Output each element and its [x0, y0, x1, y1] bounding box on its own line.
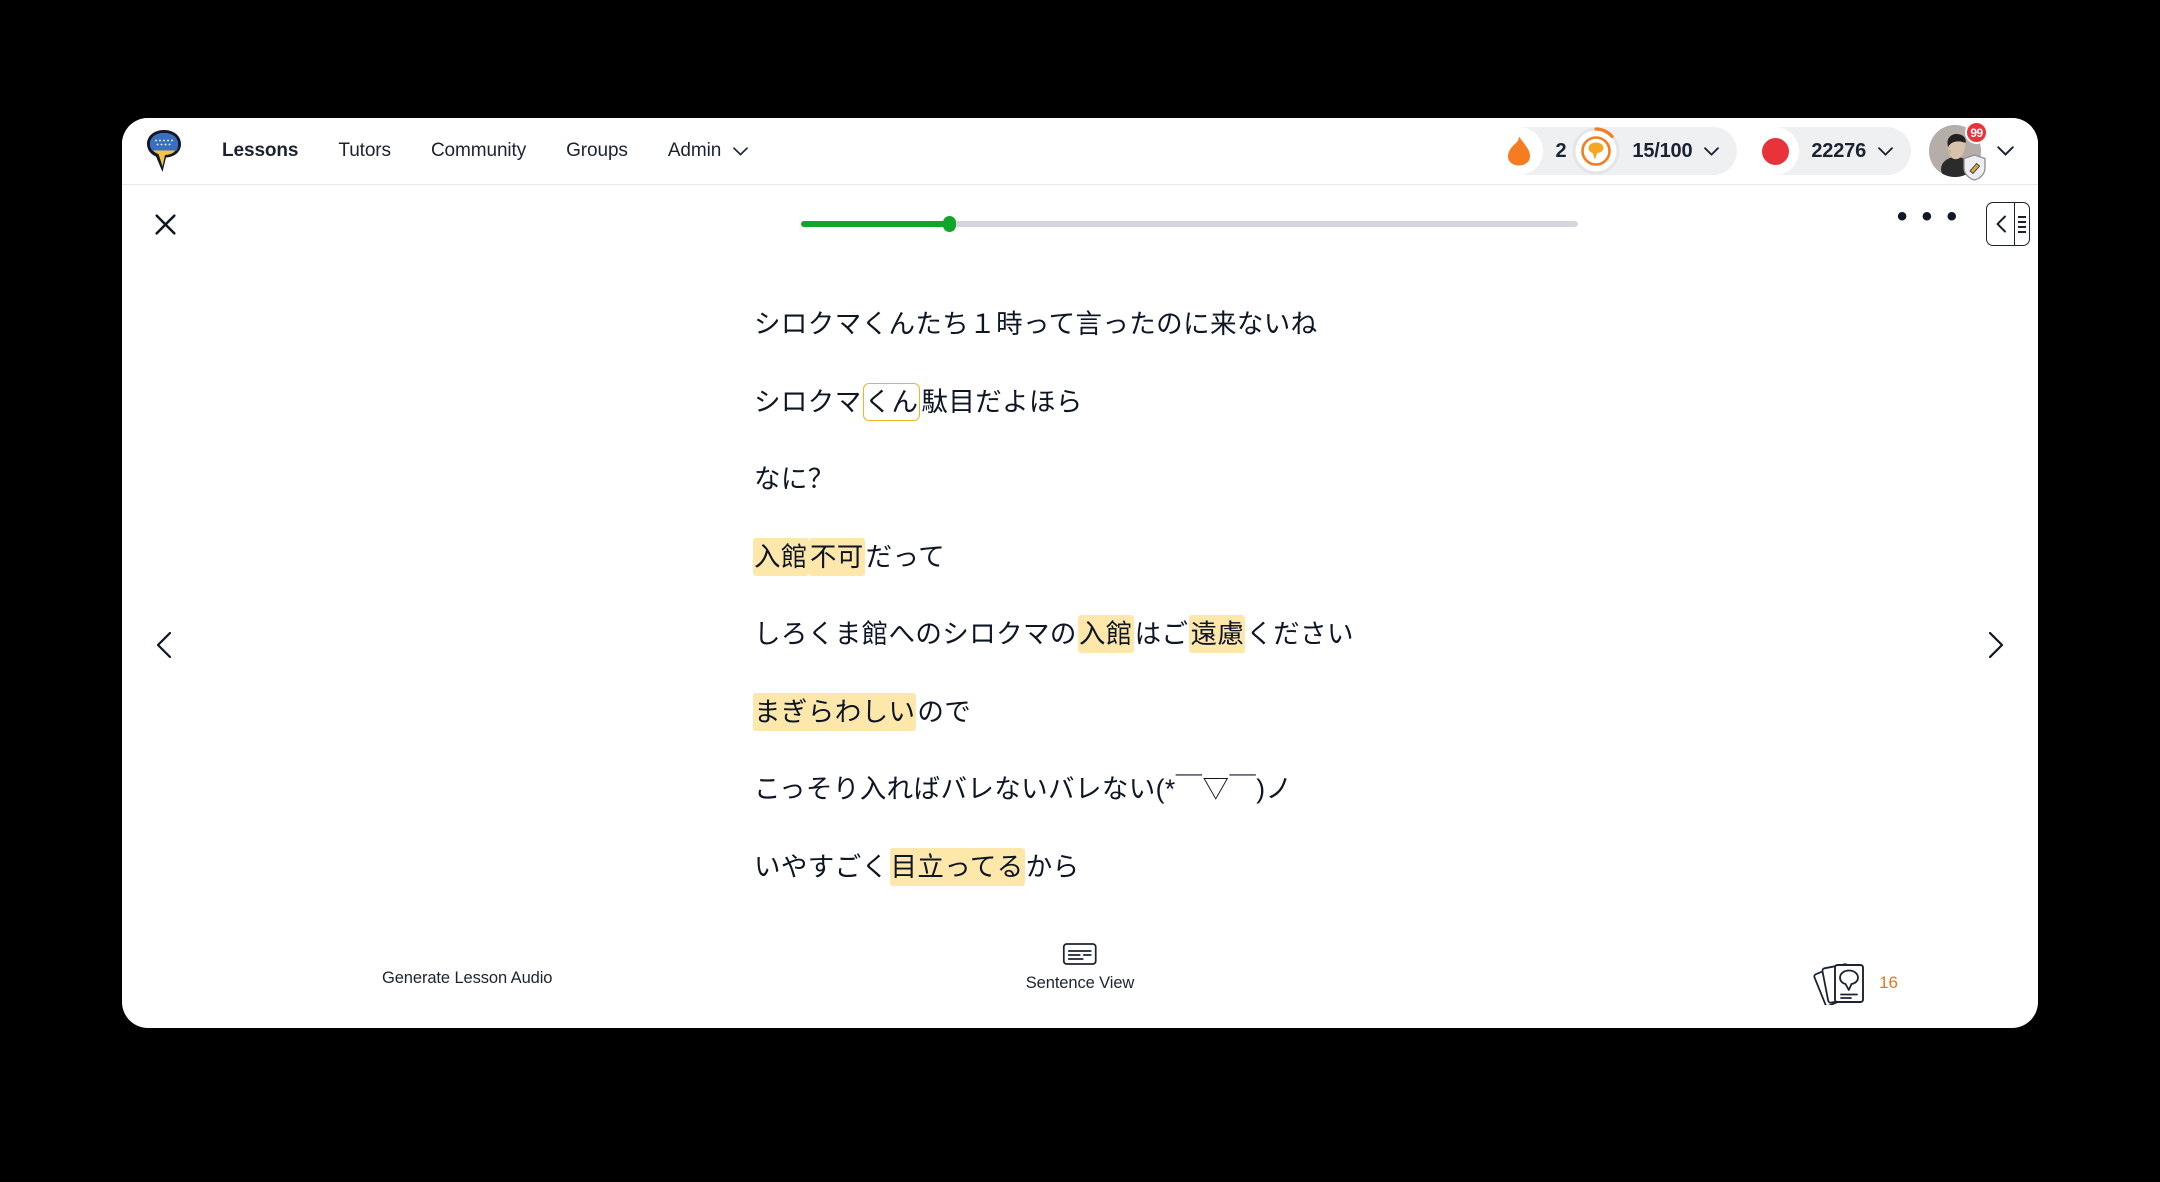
nav-link-admin[interactable]: Admin: [648, 134, 768, 168]
sentence-view-label: Sentence View: [1025, 974, 1135, 992]
flashcards-count: 16: [1879, 973, 1898, 992]
sentence-line[interactable]: こっそり入ればバレないバレない(*￣▽￣)ノ: [753, 776, 1853, 803]
sentence-line[interactable]: 入館不可だって: [753, 537, 1853, 576]
sentence-view-button[interactable]: Sentence View: [1026, 943, 1134, 993]
nav-link-admin-label: Admin: [667, 140, 722, 161]
next-lesson-button[interactable]: [1976, 625, 2016, 665]
streak-pill[interactable]: 2 15/100: [1495, 127, 1738, 175]
sentence-text: シロクマ: [754, 386, 862, 417]
collapse-panel-button[interactable]: [1986, 202, 2030, 246]
progress-fill: [801, 221, 949, 227]
sentence-line[interactable]: いやすごく目立ってるから: [753, 847, 1853, 886]
flame-icon: [1508, 136, 1531, 166]
more-options-button[interactable]: • • •: [1897, 202, 1960, 236]
generate-lesson-audio-button[interactable]: Generate Lesson Audio: [382, 969, 552, 988]
close-lesson-button[interactable]: [148, 207, 182, 241]
chevron-down-icon: [733, 146, 749, 156]
shield-badge-icon: [1963, 154, 1986, 181]
nav-right-cluster: 2 15/100 22276 99: [1495, 121, 2018, 181]
chevron-right-icon: [1988, 631, 2004, 659]
speech-bubble-pin-logo-icon[interactable]: [144, 128, 184, 174]
highlighted-word[interactable]: 遠慮: [1189, 615, 1246, 653]
chevron-left-icon: [1987, 215, 2014, 233]
sentence-line[interactable]: しろくま館へのシロクマの入館はご遠慮ください: [753, 615, 1853, 653]
points-chevron-down-icon[interactable]: [1878, 146, 1893, 156]
caption-icon: [1063, 943, 1097, 965]
japan-flag-icon: [1751, 127, 1800, 175]
lesson-content-area: シロクマくんたち１時って言ったのに来ないね シロクマ くん 駄目だよほら なに？ 入館不可…: [122, 263, 2038, 943]
top-navigation-bar: Lessons Tutors Community Groups Admin 2: [122, 118, 2038, 185]
highlighted-word[interactable]: 不可: [808, 537, 865, 576]
app-window: Lessons Tutors Community Groups Admin 2: [122, 118, 2038, 1028]
nav-link-groups[interactable]: Groups: [546, 134, 648, 168]
lesson-header-actions: • • •: [1897, 202, 2030, 246]
lesson-header: • • •: [122, 185, 2038, 263]
sentence-text: しろくま館へのシロクマの: [754, 619, 1077, 649]
chevron-left-icon: [156, 631, 172, 659]
sentence-text: 駄目だよほら: [921, 386, 1083, 417]
sentence-text: シロクマくんたち１時って言ったのに来ないね: [754, 309, 1318, 339]
progress-knob[interactable]: [942, 216, 956, 232]
sentence-text: なに？: [754, 464, 835, 494]
nav-link-lessons[interactable]: Lessons: [202, 134, 318, 168]
coin-chevron-down-icon[interactable]: [1704, 146, 1720, 156]
user-menu-chevron-down-icon[interactable]: [1997, 146, 2014, 156]
sentence-line[interactable]: シロクマ くん 駄目だよほら: [753, 382, 1853, 421]
streak-icon-circle: [1495, 127, 1544, 175]
sentence-text: だって: [865, 541, 945, 572]
flashcards-button[interactable]: 16: [1813, 955, 1898, 1005]
points-value: 22276: [1811, 139, 1866, 162]
coin-progress-icon: [1572, 127, 1620, 175]
highlighted-word[interactable]: 入館: [1077, 615, 1134, 653]
nav-link-tutors[interactable]: Tutors: [318, 134, 411, 168]
lesson-progress-bar[interactable]: [801, 215, 1578, 233]
avatar[interactable]: 99: [1929, 121, 1988, 181]
primary-nav-links: Lessons Tutors Community Groups Admin: [202, 134, 768, 168]
panel-lines-icon: [2014, 203, 2029, 245]
language-points-pill[interactable]: 22276: [1751, 127, 1911, 175]
sentence-text: こっそり入ればバレないバレない(*￣▽￣)ノ: [754, 774, 1293, 804]
highlighted-word[interactable]: 目立ってる: [889, 847, 1025, 886]
sentence-line[interactable]: シロクマくんたち１時って言ったのに来ないね: [753, 311, 1853, 338]
coin-value: 15/100: [1632, 139, 1693, 162]
sentence-text: はご: [1134, 619, 1189, 649]
sentence-line[interactable]: まぎらわしいので: [753, 692, 1853, 731]
sentence-text: ください: [1246, 619, 1354, 649]
nav-link-community[interactable]: Community: [411, 134, 546, 168]
user-menu[interactable]: 99: [1925, 121, 2014, 181]
flashcards-icon: [1813, 963, 1865, 1005]
previous-lesson-button[interactable]: [144, 625, 184, 665]
highlighted-word[interactable]: 入館: [753, 537, 809, 576]
lesson-bottom-bar: Generate Lesson Audio Sentence View 16: [122, 943, 2038, 1028]
close-icon: [154, 213, 176, 235]
sentence-text: から: [1025, 851, 1080, 882]
sentence-list: シロクマくんたち１時って言ったのに来ないね シロクマ くん 駄目だよほら なに？ 入館不可…: [753, 311, 1853, 886]
selected-word[interactable]: くん: [862, 382, 921, 421]
sentence-line[interactable]: なに？: [753, 466, 1853, 493]
notification-badge: 99: [1965, 121, 1988, 144]
sentence-text: ので: [917, 696, 972, 727]
japan-flag-dot: [1761, 137, 1789, 165]
sentence-text: いやすごく: [754, 851, 889, 882]
streak-value: 2: [1555, 139, 1567, 162]
highlighted-word[interactable]: まぎらわしい: [753, 692, 917, 731]
